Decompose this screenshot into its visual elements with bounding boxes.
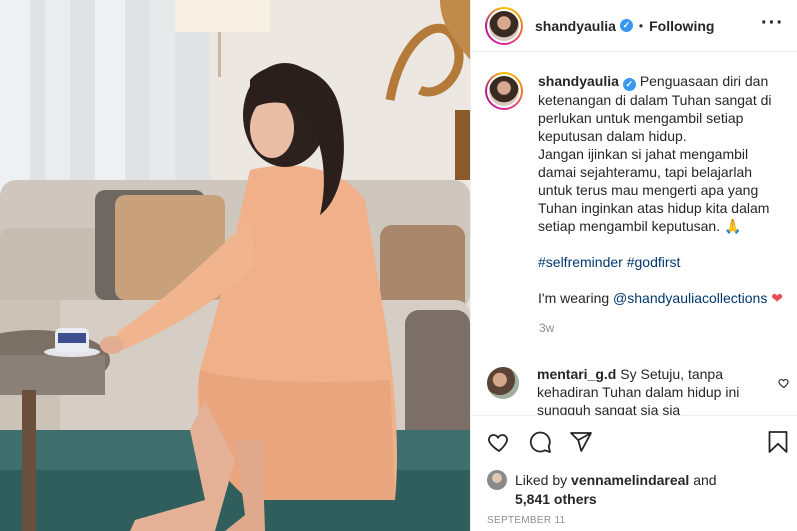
likes-summary: Liked by vennamelindareal and 5,841 othe… <box>487 470 787 508</box>
caption-author-avatar[interactable] <box>485 72 523 110</box>
caption-username[interactable]: shandyaulia <box>538 73 619 89</box>
others-count[interactable]: 5,841 others <box>515 491 597 507</box>
action-bar <box>471 415 797 467</box>
caption-text: shandyaulia ✓ Penguasaan diri dan ketenan… <box>538 72 784 307</box>
avatar-image <box>489 10 519 41</box>
avatar-image <box>489 76 519 106</box>
commenter-username[interactable]: mentari_g.d <box>537 366 616 382</box>
caption-section: shandyaulia ✓ Penguasaan diri dan ketenan… <box>471 52 797 352</box>
comment-like-heart-icon[interactable] <box>778 377 790 389</box>
bookmark-icon[interactable] <box>767 430 789 454</box>
mention-shandyauliacollections[interactable]: @shandyauliacollections <box>613 290 767 306</box>
verified-badge-icon: ✓ <box>622 78 636 91</box>
post-side-panel: shandyaulia ✓ • Following ··· shandyauli… <box>470 0 797 531</box>
post-image <box>0 0 470 531</box>
comment-item: mentari_g.d Sy Setuju, tanpa kehadiran T… <box>471 365 797 415</box>
post-photo[interactable] <box>0 0 470 531</box>
share-icon[interactable] <box>569 430 593 454</box>
following-button[interactable]: Following <box>649 18 714 34</box>
liker-avatar[interactable] <box>487 470 507 490</box>
post-date[interactable]: SEPTEMBER 11 <box>487 515 565 526</box>
author-username[interactable]: shandyaulia <box>535 18 616 34</box>
author-avatar[interactable] <box>485 6 523 45</box>
hashtag-godfirst[interactable]: #godfirst <box>627 254 681 270</box>
liked-by-prefix: Liked by <box>515 472 568 488</box>
header-separator: • <box>638 18 644 33</box>
red-heart-emoji-icon: ❤ <box>771 290 783 306</box>
likes-joiner: and <box>693 472 717 488</box>
comment-icon[interactable] <box>528 430 552 454</box>
commenter-avatar[interactable] <box>487 367 519 399</box>
liker-username[interactable]: vennamelindareal <box>571 472 689 488</box>
comment-text: mentari_g.d Sy Setuju, tanpa kehadiran T… <box>537 365 759 415</box>
heart-icon[interactable] <box>487 430 511 454</box>
more-horizontal-icon[interactable]: ··· <box>761 12 784 35</box>
caption-timestamp[interactable]: 3w <box>539 321 784 335</box>
hashtag-selfreminder[interactable]: #selfreminder <box>538 254 623 270</box>
verified-badge-icon: ✓ <box>619 19 633 32</box>
post-header: shandyaulia ✓ • Following ··· <box>471 0 797 52</box>
wearing-prefix: I'm wearing <box>538 290 610 306</box>
praying-hands-emoji-icon: 🙏 <box>724 218 742 234</box>
